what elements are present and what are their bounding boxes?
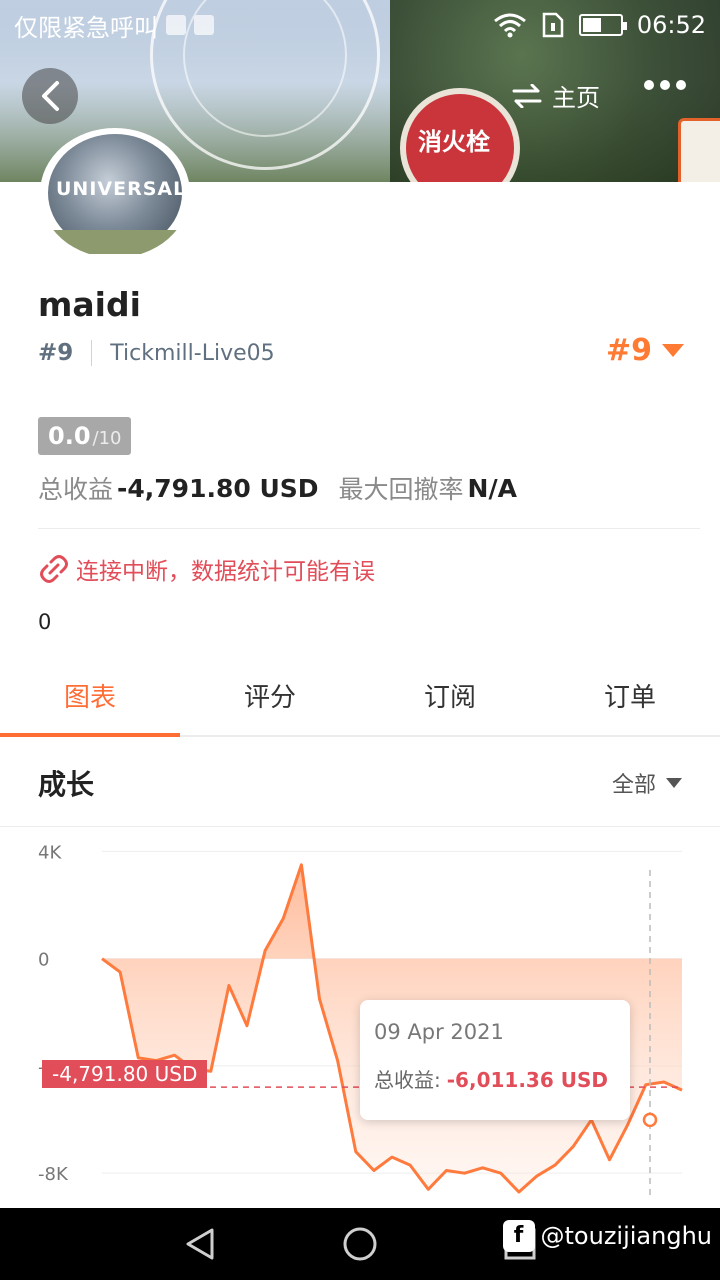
clock-text: 06:52 <box>636 11 706 39</box>
battery-icon <box>578 14 627 36</box>
tooltip-point <box>642 1112 658 1128</box>
status-bar: 仅限紧急呼叫 06:52 <box>0 0 720 50</box>
road-sign-image <box>678 118 720 182</box>
more-dot-icon <box>660 80 670 90</box>
notification-icon <box>166 15 186 35</box>
avatar[interactable]: UNIVERSAL <box>40 128 190 258</box>
watermark-text: @touzijianghu <box>540 1222 712 1250</box>
max-drawdown-value: N/A <box>467 473 517 503</box>
rank-badge: #9 <box>605 333 652 368</box>
back-button[interactable] <box>22 68 78 124</box>
username: maidi <box>38 285 141 324</box>
y-tick-label: -8K <box>38 1164 69 1185</box>
rank-divider <box>91 340 93 366</box>
divider <box>38 528 700 529</box>
max-drawdown-label: 最大回撤率 <box>338 475 464 504</box>
more-dot-icon <box>676 80 686 90</box>
more-menu-button[interactable] <box>644 80 686 90</box>
nav-home-icon[interactable] <box>342 1226 378 1262</box>
tooltip-label: 总收益: <box>374 1068 441 1092</box>
nav-back-icon[interactable] <box>182 1226 218 1262</box>
home-link[interactable]: 主页 <box>512 78 600 113</box>
range-filter-dropdown[interactable]: 全部 <box>612 767 682 799</box>
wifi-icon <box>493 13 526 38</box>
y-tick-label: 0 <box>38 950 49 971</box>
total-profit-label: 总收益 <box>38 475 114 504</box>
image-notification-icon <box>194 15 214 35</box>
score-value: 0.0 <box>48 422 91 450</box>
chart-tooltip: 09 Apr 2021 总收益: -6,011.36 USD <box>360 1000 630 1120</box>
broken-link-icon <box>40 555 68 583</box>
caret-down-icon <box>666 778 682 788</box>
warning-text: 连接中断，数据统计可能有误 <box>76 559 375 585</box>
home-label: 主页 <box>552 84 600 112</box>
tab-orders[interactable]: 订单 <box>540 663 720 735</box>
connection-warning: 连接中断，数据统计可能有误 <box>40 552 375 586</box>
carrier-text: 仅限紧急呼叫 <box>14 13 158 42</box>
tab-rating[interactable]: 评分 <box>180 663 360 735</box>
server-name: Tickmill-Live05 <box>110 340 275 366</box>
tooltip-value: -6,011.36 USD <box>446 1068 608 1092</box>
stats-row: 总收益 -4,791.80 USD 最大回撤率 N/A <box>38 470 537 506</box>
current-value-label: -4,791.80 USD <box>42 1060 208 1088</box>
score-badge: 0.0 /10 <box>38 417 132 455</box>
chevron-left-icon <box>42 81 59 111</box>
caret-down-icon <box>662 344 684 357</box>
zero-value: 0 <box>38 610 52 634</box>
watermark: f @touzijianghu <box>502 1220 712 1252</box>
rank-text: #9 <box>38 340 74 366</box>
y-tick-label: 4K <box>38 842 62 863</box>
tooltip-row: 总收益: -6,011.36 USD <box>374 1064 616 1093</box>
score-max: /10 <box>92 428 122 449</box>
tab-bar: 图表 评分 订阅 订单 <box>0 663 720 737</box>
growth-section-header: 成长 全部 <box>0 737 720 827</box>
section-title: 成长 <box>38 768 95 801</box>
tooltip-date: 09 Apr 2021 <box>374 1020 504 1044</box>
filter-label: 全部 <box>611 773 656 798</box>
watermark-logo-icon: f <box>502 1220 535 1252</box>
avatar-base-image <box>48 230 182 254</box>
rank-dropdown[interactable]: #9 <box>606 333 684 368</box>
sim-icon <box>542 12 564 38</box>
more-dot-icon <box>644 80 654 90</box>
total-profit-value: -4,791.80 USD <box>117 473 319 503</box>
tab-subscribe[interactable]: 订阅 <box>360 663 540 735</box>
tab-chart[interactable]: 图表 <box>0 663 180 737</box>
swap-icon <box>512 83 542 108</box>
rank-row: #9 Tickmill-Live05 <box>38 340 275 366</box>
